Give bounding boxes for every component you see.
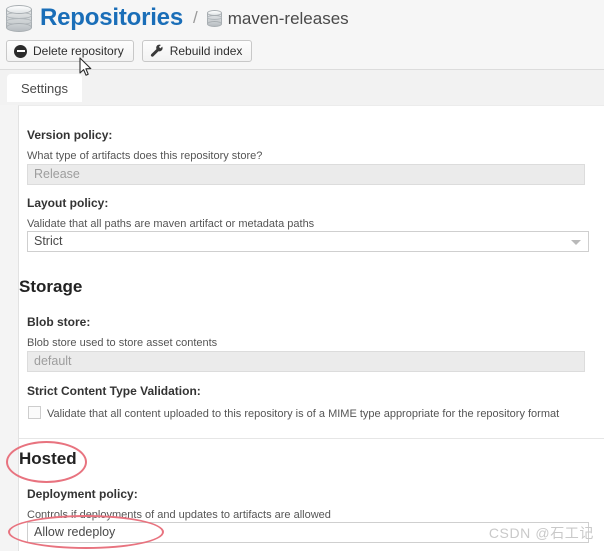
delete-repository-button[interactable]: Delete repository <box>6 40 134 62</box>
rebuild-index-label: Rebuild index <box>169 44 243 58</box>
rebuild-index-button[interactable]: Rebuild index <box>141 40 253 62</box>
deployment-policy-help: Controls if deployments of and updates t… <box>27 509 331 521</box>
database-icon <box>206 9 222 27</box>
version-policy-label: Version policy: <box>27 128 113 142</box>
strict-content-type-checkbox-label: Validate that all content uploaded to th… <box>47 408 560 420</box>
layout-policy-value: Strict <box>34 234 63 248</box>
page-title: Repositories <box>40 4 183 31</box>
watermark-author: 石工记 <box>550 526 594 542</box>
minus-circle-icon <box>14 44 27 58</box>
database-icon <box>6 4 32 32</box>
version-policy-field[interactable]: Release <box>27 164 585 185</box>
breadcrumb: Repositories / maven-releases <box>6 2 349 34</box>
delete-repository-label: Delete repository <box>33 44 124 58</box>
section-divider <box>19 438 604 439</box>
breadcrumb-separator: / <box>192 8 198 27</box>
watermark-prefix: CSDN @ <box>488 525 551 541</box>
blob-store-help: Blob store used to store asset contents <box>27 337 218 349</box>
version-policy-help: What type of artifacts does this reposit… <box>27 150 263 162</box>
breadcrumb-repository-name: maven-releases <box>227 8 349 28</box>
wrench-icon <box>150 44 164 58</box>
blob-store-field[interactable]: default <box>27 351 585 372</box>
mouse-pointer-icon <box>79 57 93 77</box>
layout-policy-help: Validate that all paths are maven artifa… <box>27 218 315 230</box>
watermark: CSDN @石工记 <box>489 523 594 543</box>
strict-content-type-label: Strict Content Type Validation: <box>27 384 201 398</box>
hosted-section-heading: Hosted <box>19 449 77 468</box>
settings-panel: Version policy: What type of artifacts d… <box>18 105 604 551</box>
storage-section-heading: Storage <box>19 277 83 296</box>
layout-policy-select[interactable]: Strict <box>27 231 589 252</box>
blob-store-label: Blob store: <box>27 315 91 329</box>
deployment-policy-label: Deployment policy: <box>27 487 138 501</box>
strict-content-type-checkbox[interactable] <box>28 406 41 419</box>
toolbar: Delete repository Rebuild index <box>6 40 253 62</box>
chevron-down-icon <box>571 240 581 245</box>
tab-settings[interactable]: Settings <box>7 74 82 102</box>
layout-policy-label: Layout policy: <box>27 196 109 210</box>
tab-settings-label: Settings <box>21 80 68 96</box>
deployment-policy-value: Allow redeploy <box>34 525 116 539</box>
